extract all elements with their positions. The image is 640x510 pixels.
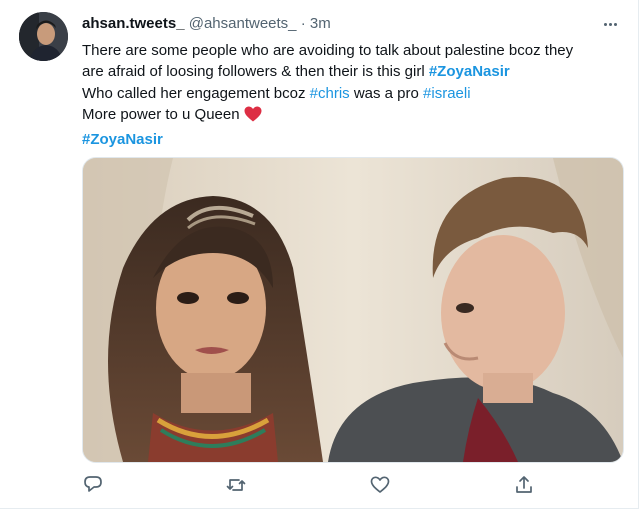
tweet-text: There are some people who are avoiding t… xyxy=(82,40,622,150)
tweet-line-4: More power to u Queen xyxy=(82,104,622,128)
more-icon xyxy=(603,22,617,26)
tweet-line-3-text: Who called her engagement bcoz xyxy=(82,84,310,102)
tweet-line-2: are afraid of loosing followers & then t… xyxy=(82,61,622,82)
tweet-line-3-mid: was a pro xyxy=(349,84,424,102)
tweet-line-2-text: are afraid of loosing followers & then t… xyxy=(82,63,429,81)
heart-emoji xyxy=(244,106,262,128)
action-bar xyxy=(82,474,542,496)
separator-dot: · xyxy=(300,15,306,32)
tweet-photo[interactable] xyxy=(82,157,624,463)
hashtag-zoyanasir-2[interactable]: #ZoyaNasir xyxy=(82,131,163,148)
tweet-line-5: #ZoyaNasir xyxy=(82,129,622,150)
tweet-card[interactable]: ahsan.tweets_ @ahsantweets_ · 3m There a… xyxy=(0,0,639,509)
like-button[interactable] xyxy=(369,474,391,496)
hashtag-israeli[interactable]: #israeli xyxy=(423,85,471,102)
reply-button[interactable] xyxy=(82,474,104,496)
author-name[interactable]: ahsan.tweets_ xyxy=(82,15,185,32)
share-button[interactable] xyxy=(513,474,535,496)
hashtag-chris[interactable]: #chris xyxy=(310,85,350,102)
tweet-line-1-text: There are some people who are avoiding t… xyxy=(82,42,574,59)
tweet-line-3: Who called her engagement bcoz #chris wa… xyxy=(82,83,622,104)
like-icon xyxy=(369,476,391,500)
share-icon xyxy=(513,476,535,500)
hashtag-zoyanasir[interactable]: #ZoyaNasir xyxy=(429,63,510,80)
author-handle[interactable]: @ahsantweets_ xyxy=(189,15,297,32)
tweet-line-4-text: More power to u Queen xyxy=(82,106,244,124)
more-options-button[interactable] xyxy=(598,14,622,34)
avatar[interactable] xyxy=(19,12,68,61)
retweet-button[interactable] xyxy=(225,474,247,496)
tweet-line-1: There are some people who are avoiding t… xyxy=(82,40,622,61)
retweet-icon xyxy=(225,479,247,500)
reply-icon xyxy=(82,476,104,500)
tweet-header: ahsan.tweets_ @ahsantweets_ · 3m xyxy=(82,14,331,34)
tweet-timestamp[interactable]: 3m xyxy=(310,15,331,32)
